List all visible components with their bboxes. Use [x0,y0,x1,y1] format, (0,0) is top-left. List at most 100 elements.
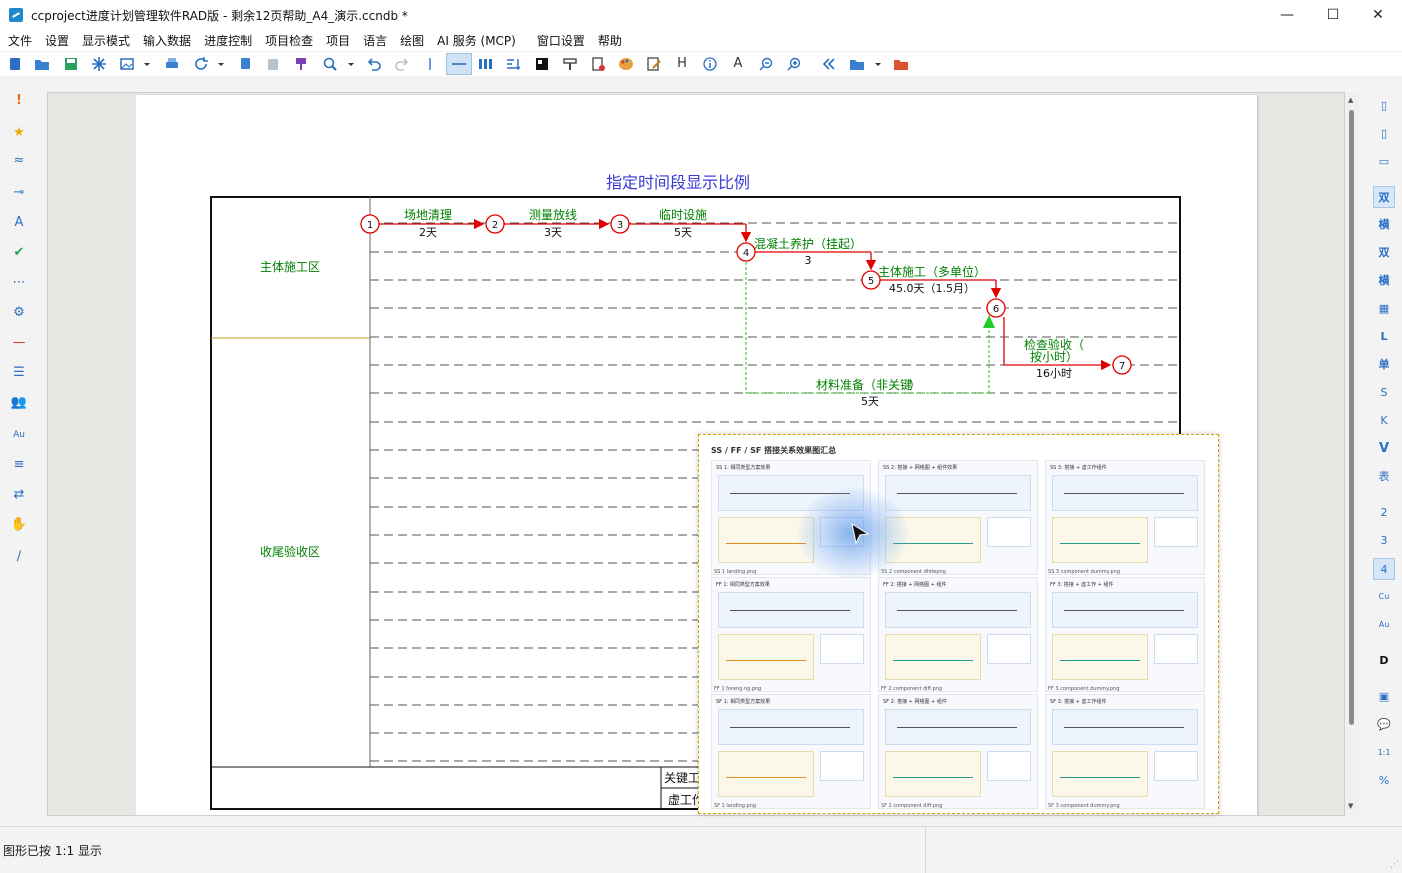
new-icon[interactable] [7,56,23,72]
gear-icon[interactable]: ⚙ [10,304,28,322]
dots-icon[interactable]: ⋯ [10,274,28,292]
menu-draw[interactable]: 绘图 [400,32,424,49]
mode-double-alt-button[interactable]: 双 [1373,242,1395,264]
cu-button[interactable]: Cu [1373,586,1395,608]
mode-single-button[interactable]: 单 [1373,354,1395,376]
stamp-icon[interactable] [590,56,606,72]
sort-icon[interactable]: ☰ [10,364,28,382]
font-icon[interactable]: A [10,214,28,232]
au-button[interactable]: Au [1373,614,1395,636]
format-icon[interactable] [562,56,578,72]
red-folder-icon[interactable] [893,56,909,72]
header-icon[interactable]: H [674,56,690,72]
mode-l-button[interactable]: L [1373,326,1395,348]
mode-k-button[interactable]: K [1373,410,1395,432]
dropdown-icon[interactable] [873,56,883,72]
preview-thumbnail[interactable]: FF 2: 搭接 + 网络图 + 组件 FF 2 component diff.p… [878,577,1038,692]
copy-icon[interactable] [237,56,253,72]
preview-thumbnail[interactable]: SF 3: 搭接 + 虚工作组件 SF 3 component dummy.png [1045,694,1205,809]
users-icon[interactable]: 👥 [10,394,28,412]
zoom-icon[interactable] [322,56,338,72]
maximize-button[interactable]: ☐ [1310,0,1356,30]
open-icon[interactable] [34,56,50,72]
menu-ai-service[interactable]: AI 服务 (MCP) [437,32,516,49]
scale-1-1-button[interactable]: 1:1 [1373,742,1395,764]
menu-display-mode[interactable]: 显示模式 [82,32,130,49]
vertical-scrollbar[interactable]: ▲ ▼ [1345,92,1359,816]
menu-input-data[interactable]: 输入数据 [143,32,191,49]
preview-thumbnail[interactable]: SF 2: 搭接 + 网络图 + 组件 SF 2 component diff.p… [878,694,1038,809]
filter-icon[interactable]: ≡ [10,456,28,474]
dropdown-icon[interactable] [142,56,152,72]
image-preview-popup[interactable]: SS / FF / SF 搭接关系效果图汇总 SS 1: 相同类型方案效果 SS … [698,434,1219,814]
menu-window-settings[interactable]: 窗口设置 [537,32,585,49]
minus-icon[interactable]: — [10,334,28,352]
print-icon[interactable] [164,56,180,72]
star-icon[interactable]: ★ [10,124,28,142]
au-icon[interactable]: Au [10,426,28,444]
level-4-button[interactable]: 4 [1373,558,1395,580]
zoom-in-icon[interactable] [786,56,802,72]
minimize-button[interactable]: — [1264,0,1310,30]
hand-icon[interactable]: ✋ [10,516,28,534]
alert-icon[interactable]: ! [10,92,28,110]
bars-icon[interactable] [477,56,493,72]
preview-thumbnail[interactable]: SS 3: 搭接 + 虚工作组件 SS 3 component dummy.png [1045,460,1205,575]
preview-thumbnail[interactable]: SF 1: 相同类型方案效果 SF 1 landing.png [711,694,871,809]
edit-icon[interactable] [646,56,662,72]
d-button[interactable]: D [1373,650,1395,672]
refresh-icon[interactable] [193,56,209,72]
percent-button[interactable]: % [1373,770,1395,792]
star-icon[interactable] [91,56,107,72]
mode-horizontal-alt-button[interactable]: 横 [1373,270,1395,292]
mode-horizontal-button[interactable]: 横 [1373,214,1395,236]
preview-thumbnail[interactable]: FF 3: 搭接 + 虚工作 + 组件 FF 3 component dummy.… [1045,577,1205,692]
panel-left-icon[interactable]: ▯ [1373,95,1395,117]
menu-file[interactable]: 文件 [8,32,32,49]
menu-project[interactable]: 项目 [326,32,350,49]
mode-table-button[interactable]: 表 [1373,466,1395,488]
text-icon[interactable]: A [730,56,746,72]
zoom-out-icon[interactable] [758,56,774,72]
palette-icon[interactable] [618,56,634,72]
calc-icon[interactable]: ▣ [1373,686,1395,708]
key-icon[interactable]: ⊸ [10,184,28,202]
level-2-button[interactable]: 2 [1373,502,1395,524]
wave-icon[interactable]: ≈ [10,152,28,170]
menu-project-check[interactable]: 项目检查 [265,32,313,49]
menu-settings[interactable]: 设置 [45,32,69,49]
folder-icon[interactable] [849,56,865,72]
close-button[interactable]: ✕ [1355,0,1401,30]
paste-icon[interactable] [265,56,281,72]
preview-thumbnail[interactable]: FF 1: 相同类型方案效果 FF 1 foreng.ng.png [711,577,871,692]
save-icon[interactable] [63,56,79,72]
menu-language[interactable]: 语言 [363,32,387,49]
info-icon[interactable] [702,56,718,72]
menu-help[interactable]: 帮助 [598,32,622,49]
table-icon[interactable]: ▦ [1373,298,1395,320]
comment-icon[interactable]: 💬 [1373,714,1395,736]
check-icon[interactable]: ✔ [10,244,28,262]
scroll-thumb[interactable] [1349,110,1354,725]
line-mode-button[interactable] [446,53,472,75]
dropdown-icon[interactable] [346,56,356,72]
panel-right-icon[interactable]: ▯ [1373,123,1395,145]
pen-icon[interactable]: ∕ [10,548,28,566]
redo-icon[interactable] [394,56,410,72]
brush-icon[interactable] [293,56,309,72]
scroll-up-icon[interactable]: ▲ [1348,96,1353,104]
panel-bottom-icon[interactable]: ▭ [1373,151,1395,173]
resize-grip-icon[interactable]: ⋰ [1390,860,1399,870]
menu-progress-control[interactable]: 进度控制 [204,32,252,49]
sort-icon[interactable] [505,56,521,72]
dropdown-icon[interactable] [216,56,226,72]
back-icon[interactable] [820,56,836,72]
grid-icon[interactable] [534,56,550,72]
image-icon[interactable] [119,56,135,72]
level-3-button[interactable]: 3 [1373,530,1395,552]
scroll-down-icon[interactable]: ▼ [1348,802,1353,810]
swap-icon[interactable]: ⇄ [10,486,28,504]
mode-v-button[interactable]: V [1373,438,1395,460]
mode-double-button[interactable]: 双 [1373,186,1395,208]
undo-icon[interactable] [366,56,382,72]
